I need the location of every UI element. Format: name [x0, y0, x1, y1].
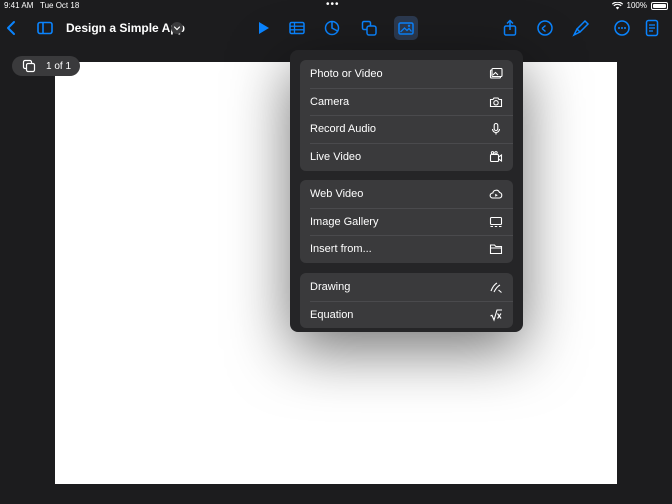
menu-group-media: Photo or Video Camera Record Audio Live … — [300, 60, 513, 171]
menu-item-image-gallery[interactable]: Image Gallery — [300, 207, 513, 236]
media-icon[interactable] — [394, 16, 418, 40]
document-icon[interactable] — [640, 16, 664, 40]
back-chevron-icon[interactable] — [0, 16, 24, 40]
battery-percent: 100% — [626, 1, 647, 10]
menu-item-label: Live Video — [310, 150, 362, 163]
equation-icon — [490, 308, 502, 322]
photo-icon — [489, 67, 503, 79]
menu-item-label: Image Gallery — [310, 215, 379, 228]
shapes-icon[interactable] — [357, 16, 381, 40]
menu-item-label: Insert from... — [310, 243, 372, 256]
menu-item-label: Web Video — [310, 187, 364, 200]
slides-icon — [22, 59, 36, 73]
menu-item-label: Record Audio — [310, 123, 377, 136]
title-chevron-icon[interactable] — [171, 22, 183, 34]
status-time: 9:41 AM — [4, 1, 34, 10]
live-video-icon — [489, 151, 503, 162]
play-icon[interactable] — [251, 16, 275, 40]
web-video-icon — [489, 189, 503, 199]
menu-item-live-video[interactable]: Live Video — [300, 143, 513, 171]
toolbar: Design a Simple App — [0, 12, 672, 44]
status-right: 100% — [611, 0, 668, 12]
menu-item-photo-or-video[interactable]: Photo or Video — [300, 60, 513, 88]
menu-item-web-video[interactable]: Web Video — [300, 180, 513, 208]
folder-icon — [489, 244, 503, 255]
menu-item-label: Camera — [310, 95, 350, 108]
menu-item-label: Drawing — [310, 280, 351, 293]
table-icon[interactable] — [285, 16, 309, 40]
undo-icon[interactable] — [533, 16, 557, 40]
image-gallery-icon — [489, 216, 503, 227]
slide-counter-label: 1 of 1 — [46, 60, 72, 72]
drawing-icon — [490, 282, 502, 293]
status-bar: 9:41 AM Tue Oct 18 ••• 100% — [0, 0, 672, 12]
insert-media-menu: Photo or Video Camera Record Audio Live … — [290, 50, 523, 332]
document-title[interactable]: Design a Simple App — [66, 21, 185, 35]
sidebar-icon[interactable] — [33, 16, 57, 40]
chart-icon[interactable] — [320, 16, 344, 40]
battery-icon — [651, 2, 668, 10]
share-icon[interactable] — [498, 16, 522, 40]
menu-item-label: Photo or Video — [310, 67, 383, 80]
menu-item-camera[interactable]: Camera — [300, 87, 513, 116]
status-date: Tue Oct 18 — [40, 1, 80, 10]
menu-item-equation[interactable]: Equation — [300, 300, 513, 329]
wifi-icon — [611, 2, 623, 10]
format-brush-icon[interactable] — [569, 16, 593, 40]
menu-group-draw: Drawing Equation — [300, 273, 513, 329]
menu-item-insert-from[interactable]: Insert from... — [300, 235, 513, 263]
menu-item-record-audio[interactable]: Record Audio — [300, 115, 513, 143]
microphone-icon — [491, 123, 501, 135]
menu-group-web: Web Video Image Gallery Insert from... — [300, 180, 513, 264]
slide-counter[interactable]: 1 of 1 — [12, 56, 80, 76]
multitasking-dots[interactable]: ••• — [326, 0, 340, 11]
menu-item-drawing[interactable]: Drawing — [300, 273, 513, 301]
menu-item-label: Equation — [310, 308, 354, 321]
more-icon[interactable] — [610, 16, 634, 40]
camera-icon — [489, 96, 503, 107]
